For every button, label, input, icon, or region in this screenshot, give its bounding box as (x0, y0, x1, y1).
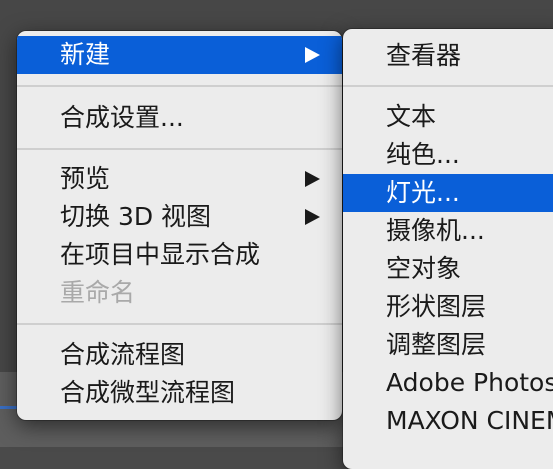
submenu-item-shape-layer[interactable]: 形状图层 (343, 288, 553, 326)
submenu-item-light[interactable]: 灯光... (343, 174, 553, 212)
menu-item-composition-settings[interactable]: 合成设置... (17, 99, 342, 137)
menu-item-label: 合成流程图 (60, 340, 186, 369)
menu-item-label: 查看器 (386, 41, 462, 70)
menu-item-label: 在项目中显示合成 (60, 240, 261, 269)
submenu-item-maxon-cinema-4d[interactable]: MAXON CINEMA 4D (343, 402, 553, 440)
menu-item-label: 纯色... (386, 140, 460, 169)
submenu-item-solid[interactable]: 纯色... (343, 136, 553, 174)
menu-separator (17, 85, 342, 87)
menu-item-label: 灯光... (386, 178, 460, 207)
submenu-arrow-icon (305, 171, 320, 187)
menu-item-label: 合成设置... (60, 103, 184, 132)
menu-item-composition-flowchart[interactable]: 合成流程图 (17, 336, 342, 374)
context-menu: 新建 合成设置... 预览 切换 3D 视图 在项目中显示合成 重命名 合成流程… (17, 31, 342, 420)
submenu-item-viewer[interactable]: 查看器 (343, 37, 553, 75)
menu-separator (17, 148, 342, 150)
menu-separator (343, 85, 553, 87)
menu-item-label: 摄像机... (386, 216, 485, 245)
menu-item-label: 调整图层 (386, 330, 487, 359)
menu-item-label: 形状图层 (386, 292, 487, 321)
menu-item-label: 文本 (386, 102, 437, 131)
menu-item-label: 空对象 (386, 254, 462, 283)
submenu-item-camera[interactable]: 摄像机... (343, 212, 553, 250)
submenu-item-adobe-photoshop[interactable]: Adobe Photoshop (343, 364, 553, 402)
menu-item-label: 新建 (60, 40, 111, 69)
menu-item-switch-3d-view[interactable]: 切换 3D 视图 (17, 198, 342, 236)
menu-item-composition-mini-flowchart[interactable]: 合成微型流程图 (17, 374, 342, 412)
menu-item-preview[interactable]: 预览 (17, 160, 342, 198)
menu-item-label: MAXON CINEMA 4D (386, 406, 553, 435)
submenu-arrow-icon (305, 47, 320, 63)
submenu-arrow-icon (305, 209, 320, 225)
submenu-item-null-object[interactable]: 空对象 (343, 250, 553, 288)
menu-item-label: 重命名 (60, 278, 136, 307)
menu-item-label: 合成微型流程图 (60, 378, 236, 407)
menu-item-label: 切换 3D 视图 (60, 202, 212, 231)
menu-item-rename: 重命名 (17, 274, 342, 312)
menu-separator (17, 323, 342, 325)
menu-item-label: 预览 (60, 164, 111, 193)
new-submenu: 查看器 文本 纯色... 灯光... 摄像机... 空对象 形状图层 调整图层 … (343, 29, 553, 469)
menu-item-label: Adobe Photoshop (386, 368, 553, 397)
menu-item-new[interactable]: 新建 (17, 36, 342, 74)
submenu-item-text[interactable]: 文本 (343, 98, 553, 136)
submenu-item-adjustment-layer[interactable]: 调整图层 (343, 326, 553, 364)
menu-item-reveal-in-project[interactable]: 在项目中显示合成 (17, 236, 342, 274)
